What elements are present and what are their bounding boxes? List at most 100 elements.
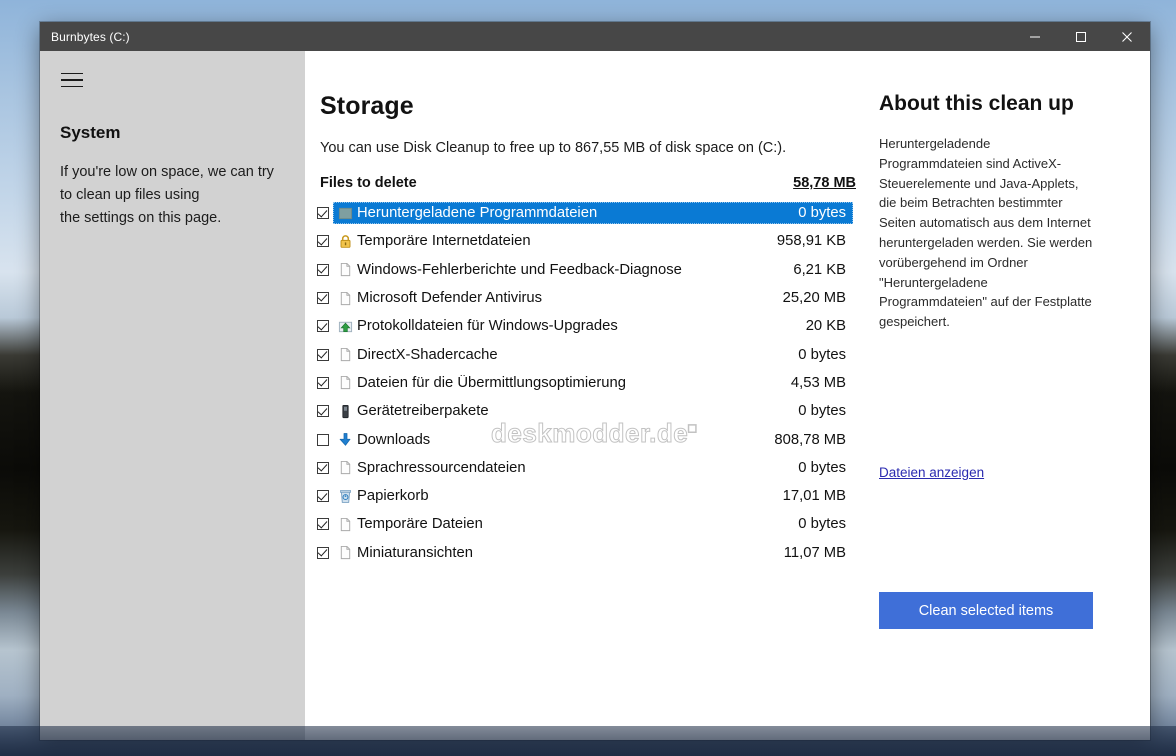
file-row[interactable]: Temporäre Internetdateien 958,91 KB xyxy=(313,227,853,255)
file-row-content[interactable]: Downloads 808,78 MB xyxy=(333,429,853,451)
file-row-content[interactable]: Papierkorb 17,01 MB xyxy=(333,485,853,507)
file-row-content[interactable]: Temporäre Dateien 0 bytes xyxy=(333,513,853,535)
file-row[interactable]: Dateien für die Übermittlungsoptimierung… xyxy=(313,369,853,397)
checkbox-checked-icon[interactable] xyxy=(317,518,329,531)
file-row[interactable]: Gerätetreiberpakete 0 bytes xyxy=(313,397,853,425)
file-row-content[interactable]: Heruntergeladene Programmdateien 0 bytes xyxy=(333,202,853,225)
view-files-link[interactable]: Dateien anzeigen xyxy=(879,465,984,480)
file-row-label: Papierkorb xyxy=(357,488,429,505)
file-row-content[interactable]: Miniaturansichten 11,07 MB xyxy=(333,542,853,564)
window-body: System If you're low on space, we can tr… xyxy=(40,51,1150,740)
file-row-checkbox[interactable] xyxy=(313,376,333,389)
close-button[interactable] xyxy=(1104,22,1150,51)
checkbox-checked-icon[interactable] xyxy=(317,207,329,220)
file-row-checkbox[interactable] xyxy=(313,546,333,559)
file-row[interactable]: Protokolldateien für Windows-Upgrades 20 … xyxy=(313,312,853,340)
file-row-size: 958,91 KB xyxy=(776,233,846,250)
file-row-content[interactable]: Microsoft Defender Antivirus 25,20 MB xyxy=(333,287,853,309)
file-row-checkbox[interactable] xyxy=(313,433,333,446)
file-row-checkbox[interactable] xyxy=(313,518,333,531)
main-content: Storage You can use Disk Cleanup to free… xyxy=(305,51,1150,740)
file-row-checkbox[interactable] xyxy=(313,263,333,276)
file-row-size: 0 bytes xyxy=(798,403,846,420)
file-row-size: 6,21 KB xyxy=(793,261,846,278)
file-row-content[interactable]: Gerätetreiberpakete 0 bytes xyxy=(333,400,853,422)
file-row-content[interactable]: DirectX-Shadercache 0 bytes xyxy=(333,344,853,366)
file-row-size: 0 bytes xyxy=(798,205,846,222)
upgrade-icon xyxy=(335,319,355,334)
desktop-wallpaper: Burnbytes (C:) System If you're low on s… xyxy=(0,0,1176,756)
device-icon xyxy=(341,404,349,418)
file-row[interactable]: Temporäre Dateien 0 bytes xyxy=(313,510,853,538)
sidebar-description: If you're low on space, we can try to cl… xyxy=(60,164,274,226)
file-row-checkbox[interactable] xyxy=(313,292,333,305)
file-row-size: 808,78 MB xyxy=(774,431,846,448)
file-row-checkbox[interactable] xyxy=(313,320,333,333)
page-icon xyxy=(340,263,350,277)
file-row-content[interactable]: Protokolldateien für Windows-Upgrades 20 … xyxy=(333,315,853,337)
file-row[interactable]: Heruntergeladene Programmdateien 0 bytes xyxy=(313,199,853,227)
file-row-label: Sprachressourcendateien xyxy=(357,459,526,476)
file-row[interactable]: Windows-Fehlerberichte und Feedback-Diag… xyxy=(313,256,853,284)
file-row-checkbox[interactable] xyxy=(313,405,333,418)
file-row[interactable]: Microsoft Defender Antivirus 25,20 MB xyxy=(313,284,853,312)
checkbox-checked-icon[interactable] xyxy=(317,235,329,248)
page-icon xyxy=(335,291,355,306)
sidebar-heading: System xyxy=(60,123,121,142)
file-row-label: Temporäre Internetdateien xyxy=(357,233,531,250)
files-to-delete-label: Files to delete xyxy=(320,175,417,191)
checkbox-checked-icon[interactable] xyxy=(317,490,329,503)
file-row-checkbox[interactable] xyxy=(313,490,333,503)
file-row[interactable]: Sprachressourcendateien 0 bytes xyxy=(313,454,853,482)
file-row-size: 4,53 MB xyxy=(790,374,846,391)
page-icon xyxy=(340,461,350,475)
checkbox-checked-icon[interactable] xyxy=(317,292,329,305)
hamburger-line xyxy=(61,85,83,88)
checkbox-checked-icon[interactable] xyxy=(317,546,329,559)
file-row[interactable]: Downloads 808,78 MB xyxy=(313,425,853,453)
about-panel-description: Heruntergeladende Programmdateien sind A… xyxy=(879,136,1093,330)
page-icon xyxy=(335,347,355,362)
folder-teal-icon xyxy=(335,206,355,221)
page-icon xyxy=(340,546,350,560)
file-row-size: 25,20 MB xyxy=(782,290,846,307)
maximize-icon xyxy=(1076,31,1086,42)
checkbox-checked-icon[interactable] xyxy=(317,320,329,333)
file-row-label: Protokolldateien für Windows-Upgrades xyxy=(357,318,618,335)
file-row[interactable]: Papierkorb 17,01 MB xyxy=(313,482,853,510)
file-row-label: Gerätetreiberpakete xyxy=(357,403,489,420)
recycle-bin-icon xyxy=(339,489,351,503)
page-icon xyxy=(340,291,350,305)
minimize-button[interactable] xyxy=(1012,22,1058,51)
file-row-checkbox[interactable] xyxy=(313,461,333,474)
checkbox-checked-icon[interactable] xyxy=(317,405,329,418)
checkbox-checked-icon[interactable] xyxy=(317,461,329,474)
file-row[interactable]: DirectX-Shadercache 0 bytes xyxy=(313,340,853,368)
file-row-label: Downloads xyxy=(357,431,431,448)
sidebar: System If you're low on space, we can tr… xyxy=(40,51,305,740)
checkbox-checked-icon[interactable] xyxy=(317,376,329,389)
page-icon xyxy=(340,348,350,362)
file-row-content[interactable]: Windows-Fehlerberichte und Feedback-Diag… xyxy=(333,259,853,281)
maximize-button[interactable] xyxy=(1058,22,1104,51)
file-row-content[interactable]: Dateien für die Übermittlungsoptimierung… xyxy=(333,372,853,394)
checkbox-checked-icon[interactable] xyxy=(317,348,329,361)
file-list[interactable]: Heruntergeladene Programmdateien 0 bytes T… xyxy=(313,199,853,567)
minimize-icon xyxy=(1030,36,1040,37)
clean-selected-items-button[interactable]: Clean selected items xyxy=(879,592,1093,629)
checkbox-checked-icon[interactable] xyxy=(317,263,329,276)
window-titlebar[interactable]: Burnbytes (C:) xyxy=(40,22,1150,51)
file-row-checkbox[interactable] xyxy=(313,207,333,220)
file-row-checkbox[interactable] xyxy=(313,235,333,248)
file-row-label: Miniaturansichten xyxy=(357,544,473,561)
hamburger-icon[interactable] xyxy=(61,69,87,91)
file-row-checkbox[interactable] xyxy=(313,348,333,361)
file-row-size: 17,01 MB xyxy=(782,488,846,505)
checkbox-unchecked-icon[interactable] xyxy=(317,433,329,446)
page-icon xyxy=(335,460,355,475)
file-row-content[interactable]: Temporäre Internetdateien 958,91 KB xyxy=(333,230,853,252)
file-row-content[interactable]: Sprachressourcendateien 0 bytes xyxy=(333,457,853,479)
folder-teal-icon xyxy=(338,207,352,219)
file-row-label: Microsoft Defender Antivirus xyxy=(357,290,543,307)
file-row[interactable]: Miniaturansichten 11,07 MB xyxy=(313,539,853,567)
